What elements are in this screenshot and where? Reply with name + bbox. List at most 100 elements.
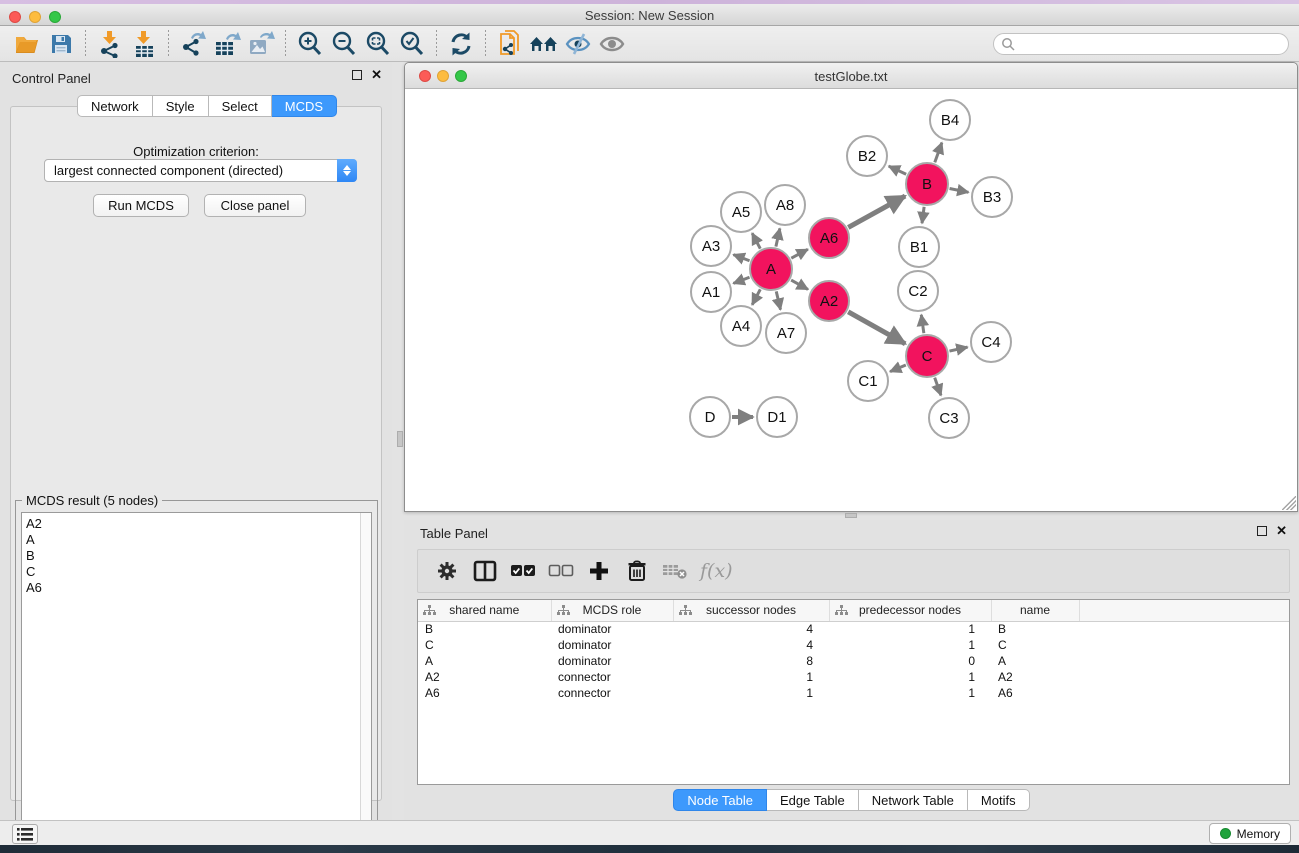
graph-node-A8[interactable]: A8: [765, 185, 805, 225]
graph-edge-A-A8[interactable]: [776, 228, 780, 246]
import-network-icon[interactable]: [93, 28, 127, 60]
first-neighbors-icon[interactable]: [527, 28, 561, 60]
split-view-icon[interactable]: [470, 556, 499, 586]
cell-predecessor-nodes[interactable]: 1: [829, 685, 991, 701]
cell-MCDS-role[interactable]: dominator: [551, 621, 673, 637]
column-header-name[interactable]: name: [991, 600, 1079, 621]
tab-style[interactable]: Style: [153, 95, 209, 117]
zoom-selected-icon[interactable]: [395, 28, 429, 60]
refresh-icon[interactable]: [444, 28, 478, 60]
tab-network-table[interactable]: Network Table: [859, 789, 968, 811]
mcds-list-scrollbar[interactable]: [360, 513, 371, 838]
graph-node-A[interactable]: A: [750, 248, 792, 290]
close-panel-button[interactable]: Close panel: [204, 194, 306, 217]
graph-node-A2[interactable]: A2: [809, 281, 849, 321]
delete-table-icon[interactable]: [660, 556, 689, 586]
cell-name[interactable]: A6: [991, 685, 1079, 701]
tab-mcds[interactable]: MCDS: [272, 95, 337, 117]
graph-edge-B-B2[interactable]: [889, 166, 906, 174]
search-input[interactable]: [1015, 35, 1288, 53]
cell-shared-name[interactable]: C: [418, 637, 551, 653]
tab-motifs[interactable]: Motifs: [968, 789, 1030, 811]
show-all-icon[interactable]: [595, 28, 629, 60]
graph-edge-B-B1[interactable]: [922, 207, 924, 223]
graph-node-C2[interactable]: C2: [898, 271, 938, 311]
close-panel-icon[interactable]: ✕: [371, 70, 382, 80]
cell-shared-name[interactable]: A2: [418, 669, 551, 685]
graph-node-D[interactable]: D: [690, 397, 730, 437]
graph-edge-A-A4[interactable]: [752, 289, 760, 304]
graph-node-B[interactable]: B: [906, 163, 948, 205]
cell-successor-nodes[interactable]: 8: [673, 653, 829, 669]
cell-name[interactable]: C: [991, 637, 1079, 653]
graph-edge-C-C4[interactable]: [949, 347, 967, 351]
graph-node-A3[interactable]: A3: [691, 226, 731, 266]
tab-select[interactable]: Select: [209, 95, 272, 117]
delete-column-icon[interactable]: [622, 556, 651, 586]
table-settings-icon[interactable]: [432, 556, 461, 586]
tab-network[interactable]: Network: [77, 95, 153, 117]
hide-selected-icon[interactable]: [561, 28, 595, 60]
graph-node-B4[interactable]: B4: [930, 100, 970, 140]
mcds-result-item[interactable]: A2: [26, 516, 371, 532]
cell-predecessor-nodes[interactable]: 1: [829, 621, 991, 637]
table-row[interactable]: Bdominator41B: [418, 621, 1290, 637]
cell-name[interactable]: A2: [991, 669, 1079, 685]
task-history-button[interactable]: [12, 824, 38, 844]
network-horizontal-scrollbar[interactable]: [845, 513, 857, 518]
graph-edge-A2-C[interactable]: [848, 312, 905, 344]
mcds-result-item[interactable]: A: [26, 532, 371, 548]
graph-edge-B-B3[interactable]: [950, 189, 969, 193]
cell-successor-nodes[interactable]: 1: [673, 669, 829, 685]
graph-node-C4[interactable]: C4: [971, 322, 1011, 362]
graph-edge-A-A2[interactable]: [791, 280, 808, 289]
graph-edge-A-A3[interactable]: [733, 255, 749, 261]
export-image-icon[interactable]: [244, 28, 278, 60]
graph-node-B2[interactable]: B2: [847, 136, 887, 176]
column-header-shared-name[interactable]: shared name: [418, 600, 551, 621]
zoom-fit-icon[interactable]: [361, 28, 395, 60]
column-header-predecessor-nodes[interactable]: predecessor nodes: [829, 600, 991, 621]
graph-node-A4[interactable]: A4: [721, 306, 761, 346]
cell-shared-name[interactable]: A6: [418, 685, 551, 701]
mcds-result-item[interactable]: B: [26, 548, 371, 564]
graph-node-B1[interactable]: B1: [899, 227, 939, 267]
table-row[interactable]: Adominator80A: [418, 653, 1290, 669]
open-file-icon[interactable]: [10, 28, 44, 60]
save-session-icon[interactable]: [44, 28, 78, 60]
graph-node-C3[interactable]: C3: [929, 398, 969, 438]
window-resize-grip[interactable]: [1282, 496, 1296, 510]
cell-successor-nodes[interactable]: 1: [673, 685, 829, 701]
new-network-from-selection-icon[interactable]: [493, 28, 527, 60]
main-titlebar[interactable]: Session: New Session: [0, 4, 1299, 26]
graph-node-C1[interactable]: C1: [848, 361, 888, 401]
run-mcds-button[interactable]: Run MCDS: [93, 194, 189, 217]
column-header-successor-nodes[interactable]: successor nodes: [673, 600, 829, 621]
export-network-icon[interactable]: [176, 28, 210, 60]
mcds-result-item[interactable]: C: [26, 564, 371, 580]
graph-edge-B-B4[interactable]: [935, 143, 942, 163]
float-panel-icon[interactable]: [352, 70, 362, 80]
graph-node-A6[interactable]: A6: [809, 218, 849, 258]
graph-edge-A-A6[interactable]: [791, 249, 808, 258]
optimization-criterion-dropdown[interactable]: largest connected component (directed): [44, 159, 357, 182]
float-table-panel-icon[interactable]: [1257, 526, 1267, 536]
cell-shared-name[interactable]: B: [418, 621, 551, 637]
tab-node-table[interactable]: Node Table: [673, 789, 767, 811]
cell-MCDS-role[interactable]: connector: [551, 669, 673, 685]
tab-edge-table[interactable]: Edge Table: [767, 789, 859, 811]
graph-edge-A-A1[interactable]: [733, 277, 749, 283]
function-builder-icon[interactable]: f(x): [700, 560, 733, 582]
unselect-all-icon[interactable]: [546, 556, 575, 586]
column-header-MCDS-role[interactable]: MCDS role: [551, 600, 673, 621]
graph-node-A5[interactable]: A5: [721, 192, 761, 232]
table-row[interactable]: A2connector11A2: [418, 669, 1290, 685]
cell-predecessor-nodes[interactable]: 1: [829, 669, 991, 685]
cell-predecessor-nodes[interactable]: 1: [829, 637, 991, 653]
table-row[interactable]: Cdominator41C: [418, 637, 1290, 653]
mcds-result-item[interactable]: A6: [26, 580, 371, 596]
graph-node-C[interactable]: C: [906, 335, 948, 377]
graph-edge-C-C1[interactable]: [890, 365, 906, 372]
graph-node-A1[interactable]: A1: [691, 272, 731, 312]
memory-button[interactable]: Memory: [1209, 823, 1291, 844]
